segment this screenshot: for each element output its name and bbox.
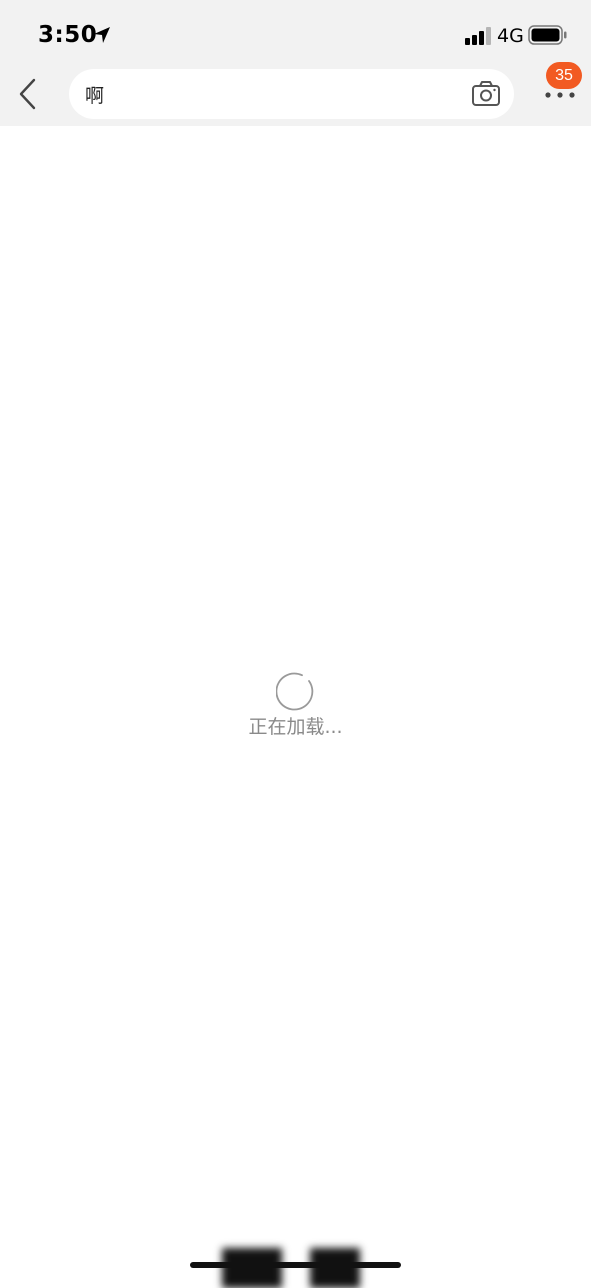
home-indicator[interactable] xyxy=(190,1262,401,1268)
search-input[interactable] xyxy=(85,79,445,109)
nav-bar xyxy=(0,62,591,126)
screen-smudge xyxy=(310,1248,360,1288)
cellular-signal-icon xyxy=(465,27,491,45)
battery-full-icon xyxy=(528,25,567,45)
status-bar: 3:50 4G xyxy=(0,0,591,62)
search-box[interactable] xyxy=(69,69,514,119)
network-type: 4G xyxy=(497,25,524,47)
notification-badge: 35 xyxy=(546,62,582,89)
camera-icon xyxy=(472,81,500,106)
location-arrow-icon xyxy=(94,27,110,43)
back-button[interactable] xyxy=(12,74,46,114)
chevron-left-icon xyxy=(19,78,36,110)
camera-button[interactable] xyxy=(471,80,501,108)
loading-spinner-icon xyxy=(276,672,314,711)
status-time: 3:50 xyxy=(38,22,98,48)
screen-smudge xyxy=(222,1248,282,1288)
loading-text: 正在加载... xyxy=(248,716,343,738)
loading-indicator: 正在加载... xyxy=(0,672,591,752)
header: 3:50 4G 啊 35 xyxy=(0,0,591,126)
